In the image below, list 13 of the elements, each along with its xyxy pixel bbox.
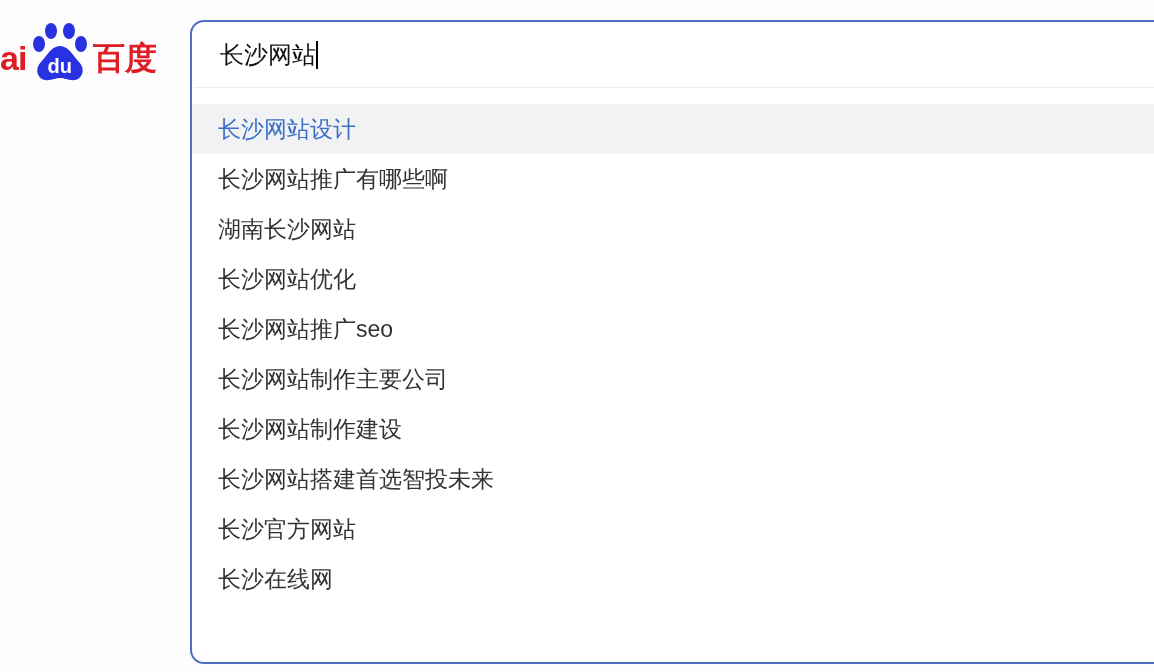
- suggestion-item[interactable]: 长沙官方网站: [192, 504, 1154, 554]
- suggestion-item[interactable]: 长沙网站推广有哪些啊: [192, 154, 1154, 204]
- search-input[interactable]: 长沙网站: [220, 36, 318, 73]
- logo-text: 百度: [92, 42, 157, 74]
- suggestion-item[interactable]: 湖南长沙网站: [192, 204, 1154, 254]
- suggestion-item[interactable]: 长沙网站制作主要公司: [192, 354, 1154, 404]
- suggestion-item[interactable]: 长沙在线网: [192, 554, 1154, 604]
- logo-text: ai: [0, 41, 27, 75]
- suggestion-item[interactable]: 长沙网站推广seo: [192, 304, 1154, 354]
- suggestion-item[interactable]: 长沙网站制作建设: [192, 404, 1154, 454]
- suggestion-item[interactable]: 长沙网站设计: [192, 104, 1154, 154]
- suggestion-item[interactable]: 长沙网站搭建首选智投未来: [192, 454, 1154, 504]
- suggestion-item[interactable]: 长沙网站优化: [192, 254, 1154, 304]
